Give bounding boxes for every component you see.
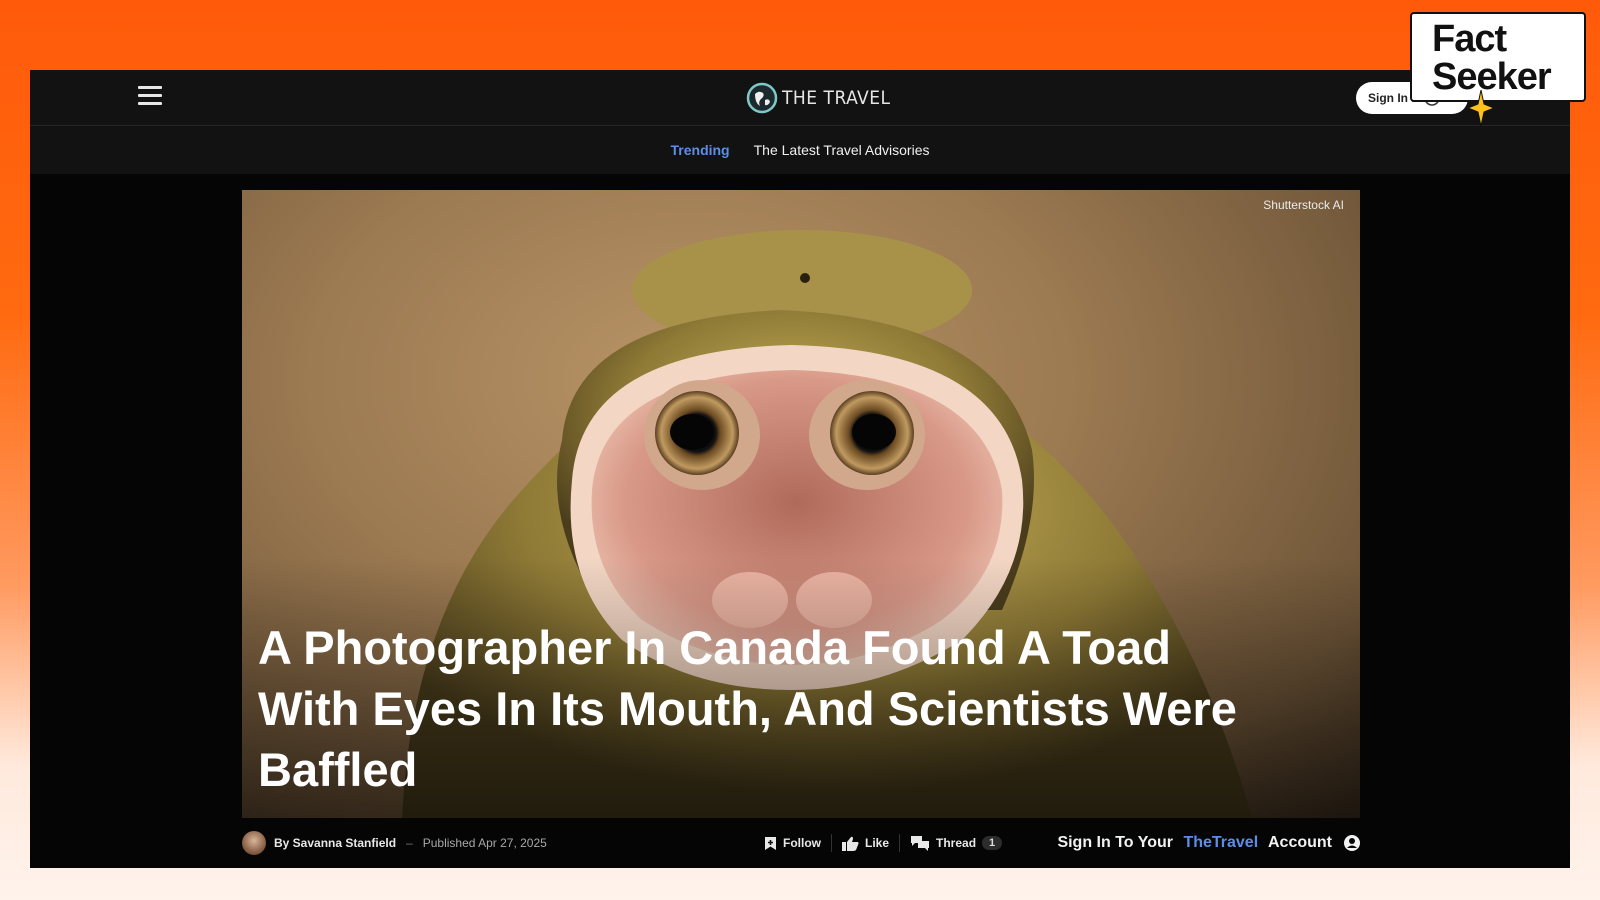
site-header: THE TRAVEL Sign In N [30, 70, 1570, 126]
hamburger-menu-icon[interactable] [138, 86, 162, 108]
thread-button[interactable]: Thread 1 [900, 835, 1012, 851]
trending-link-travel-advisories[interactable]: The Latest Travel Advisories [754, 142, 930, 158]
account-cta-brand: TheTravel [1183, 834, 1259, 851]
publish-date: Published Apr 27, 2025 [422, 836, 547, 850]
account-cta-suffix: Account [1264, 834, 1332, 851]
hero-image[interactable]: Shutterstock AI A Photographer In Canada… [242, 190, 1360, 818]
site-logo[interactable]: THE TRAVEL [746, 82, 891, 114]
globe-logo-icon [746, 82, 778, 114]
article-actions: Follow Like Thread 1 [754, 818, 1012, 868]
logo-text: THE TRAVEL [782, 87, 891, 109]
article-headline: A Photographer In Canada Found A Toad Wi… [258, 621, 1237, 796]
chat-bubbles-icon [911, 836, 930, 851]
like-button[interactable]: Like [832, 836, 899, 851]
thread-count-badge: 1 [982, 836, 1003, 850]
bookmark-plus-icon [765, 836, 776, 850]
user-circle-icon [1344, 835, 1360, 851]
article-meta-bar: By Savanna Stanfield – Published Apr 27,… [242, 818, 1360, 868]
author-avatar[interactable] [242, 831, 266, 855]
browser-window: THE TRAVEL Sign In N Trending The Latest… [30, 70, 1570, 868]
author-name[interactable]: By Savanna Stanfield [274, 836, 396, 850]
watermark-line-1: Fact [1432, 18, 1507, 60]
sparkle-star-icon [1468, 90, 1494, 126]
follow-label: Follow [783, 836, 821, 850]
meta-separator: – [406, 836, 413, 850]
image-credit: Shutterstock AI [1263, 198, 1344, 212]
like-label: Like [865, 836, 890, 850]
sign-in-account-link[interactable]: Sign In To Your TheTravel Account [1057, 834, 1360, 852]
account-cta-prefix: Sign In To Your [1057, 834, 1178, 851]
trending-bar: Trending The Latest Travel Advisories [30, 126, 1570, 174]
follow-button[interactable]: Follow [754, 836, 831, 851]
thumbs-up-icon [842, 836, 859, 851]
thread-label: Thread [936, 836, 977, 850]
factseeker-watermark-logo: Fact Seeker [1410, 12, 1586, 102]
trending-label: Trending [670, 142, 730, 158]
